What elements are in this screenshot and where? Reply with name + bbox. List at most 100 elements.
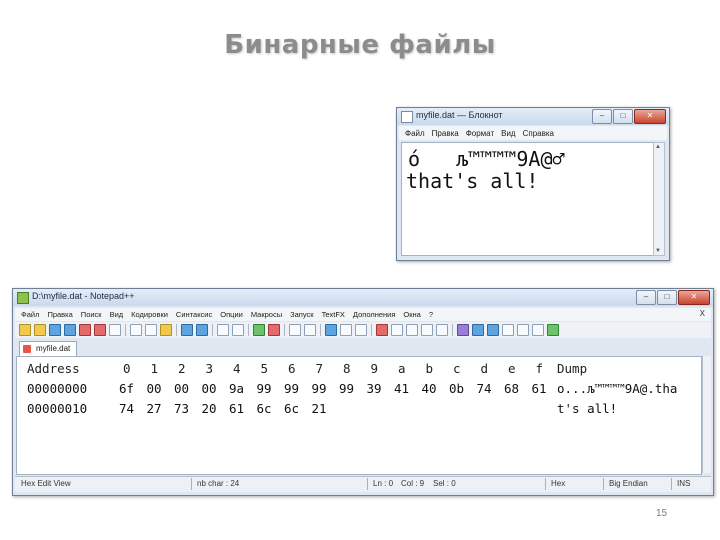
hex-vertical-scrollbar[interactable] <box>702 356 711 473</box>
sync-vertical-icon[interactable] <box>289 324 301 336</box>
status-divider <box>191 478 192 490</box>
notepadpp-statusbar: Hex Edit View nb char : 24 Ln : 0 Col : … <box>15 476 711 492</box>
play-macro-icon[interactable] <box>406 324 418 336</box>
menu-help[interactable]: ? <box>429 310 433 319</box>
cut-icon[interactable] <box>130 324 142 336</box>
notepadpp-titlebar[interactable]: D:\myfile.dat - Notepad++ – □ ✕ <box>13 289 713 306</box>
check-icon[interactable] <box>547 324 559 336</box>
menu-view[interactable]: Вид <box>110 310 124 319</box>
panel-icon[interactable] <box>517 324 529 336</box>
close-button[interactable]: ✕ <box>678 290 710 305</box>
hex-column-header: 7 <box>315 361 324 376</box>
up-arrow-icon[interactable] <box>472 324 484 336</box>
zoom-in-icon[interactable] <box>253 324 265 336</box>
scroll-up-icon[interactable]: ▲ <box>655 144 661 150</box>
save-all-icon[interactable] <box>64 324 76 336</box>
hex-column-header: 3 <box>205 361 214 376</box>
notepad-text-line: ó љ™™™™9A@♂ <box>408 147 565 171</box>
notepad-text-line: that's all! <box>406 169 539 193</box>
replace-icon[interactable] <box>232 324 244 336</box>
hex-byte-cell: 6c <box>284 401 300 416</box>
status-divider <box>603 478 604 490</box>
hex-address-cell: 00000000 <box>27 381 88 396</box>
hex-byte-cell: 00 <box>174 381 190 396</box>
notepad-vertical-scrollbar[interactable]: ▲ ▼ <box>653 142 665 256</box>
hex-byte-cell: 99 <box>339 381 355 396</box>
hex-column-header: 5 <box>260 361 269 376</box>
find-icon[interactable] <box>217 324 229 336</box>
menu-run[interactable]: Запуск <box>290 310 313 319</box>
hex-column-header: a <box>398 361 406 376</box>
notepad-app-icon <box>401 111 413 123</box>
play-macro-multiple-icon[interactable] <box>421 324 433 336</box>
hex-byte-cell: 00 <box>201 381 217 396</box>
save-macro-icon[interactable] <box>436 324 448 336</box>
hex-byte-cell: 20 <box>201 401 217 416</box>
new-file-icon[interactable] <box>19 324 31 336</box>
status-selection: Sel : 0 <box>433 479 456 488</box>
hex-byte-cell: 99 <box>256 381 272 396</box>
menu-options[interactable]: Опции <box>220 310 243 319</box>
close-all-icon[interactable] <box>94 324 106 336</box>
menu-help[interactable]: Справка <box>523 129 554 138</box>
menu-search[interactable]: Поиск <box>81 310 102 319</box>
menu-edit[interactable]: Правка <box>47 310 72 319</box>
hex-byte-cell: 68 <box>504 381 520 396</box>
menu-format[interactable]: Формат <box>466 129 494 138</box>
print-icon[interactable] <box>109 324 121 336</box>
menu-textfx[interactable]: TextFX <box>322 310 345 319</box>
down-arrow-icon[interactable] <box>487 324 499 336</box>
status-line: Ln : 0 <box>373 479 394 488</box>
stop-macro-icon[interactable] <box>391 324 403 336</box>
status-column: Col : 9 <box>401 479 425 488</box>
hex-byte-cell: 00 <box>146 381 162 396</box>
undo-icon[interactable] <box>181 324 193 336</box>
hex-column-header: 0 <box>123 361 131 376</box>
minimize-button[interactable]: – <box>592 109 612 124</box>
redo-icon[interactable] <box>196 324 208 336</box>
indent-guide-icon[interactable] <box>355 324 367 336</box>
notepadpp-toolbar <box>15 322 711 338</box>
notepad-titlebar[interactable]: myfile.dat — Блокнот – □ ✕ <box>397 108 669 125</box>
notepadpp-menubar: Файл Правка Поиск Вид Кодировки Синтакси… <box>15 308 711 321</box>
close-button[interactable]: ✕ <box>634 109 666 124</box>
open-file-icon[interactable] <box>34 324 46 336</box>
hex-editor-view[interactable]: Address 0 1 2 3 4 5 6 7 8 9 a b c d e f Dump 00000000 6f 00… <box>16 356 702 475</box>
paste-icon[interactable] <box>160 324 172 336</box>
menu-encoding[interactable]: Кодировки <box>131 310 168 319</box>
menu-view[interactable]: Вид <box>501 129 515 138</box>
menu-windows[interactable]: Окна <box>403 310 420 319</box>
hex-editor-icon[interactable] <box>502 324 514 336</box>
word-wrap-icon[interactable] <box>325 324 337 336</box>
status-mode: Hex Edit View <box>21 479 71 488</box>
menu-file[interactable]: Файл <box>21 310 39 319</box>
zoom-out-icon[interactable] <box>268 324 280 336</box>
spellcheck-icon[interactable] <box>457 324 469 336</box>
menu-file[interactable]: Файл <box>405 129 425 138</box>
close-file-icon[interactable] <box>79 324 91 336</box>
close-document-button[interactable]: X <box>700 309 705 318</box>
menu-syntax[interactable]: Синтаксис <box>176 310 212 319</box>
minimize-button[interactable]: – <box>636 290 656 305</box>
scroll-down-icon[interactable]: ▼ <box>655 248 661 254</box>
status-char-count: nb char : 24 <box>197 479 240 488</box>
hex-byte-cell: 61 <box>229 401 245 416</box>
copy-icon[interactable] <box>145 324 157 336</box>
hex-byte-cell: 99 <box>284 381 300 396</box>
compare-icon[interactable] <box>532 324 544 336</box>
notepad-text-area[interactable]: ó љ™™™™9A@♂ that's all! <box>401 142 656 256</box>
menu-edit[interactable]: Правка <box>432 129 459 138</box>
hex-byte-cell: 6f <box>119 381 135 396</box>
show-all-chars-icon[interactable] <box>340 324 352 336</box>
menu-plugins[interactable]: Дополнения <box>353 310 395 319</box>
maximize-button[interactable]: □ <box>613 109 633 124</box>
save-icon[interactable] <box>49 324 61 336</box>
menu-macros[interactable]: Макросы <box>251 310 282 319</box>
record-macro-icon[interactable] <box>376 324 388 336</box>
hex-byte-cell: 0b <box>449 381 465 396</box>
hex-dump-cell: t's all! <box>557 401 618 416</box>
document-tab[interactable]: myfile.dat <box>19 341 78 356</box>
maximize-button[interactable]: □ <box>657 290 677 305</box>
sync-horizontal-icon[interactable] <box>304 324 316 336</box>
document-tab-label: myfile.dat <box>36 344 71 353</box>
